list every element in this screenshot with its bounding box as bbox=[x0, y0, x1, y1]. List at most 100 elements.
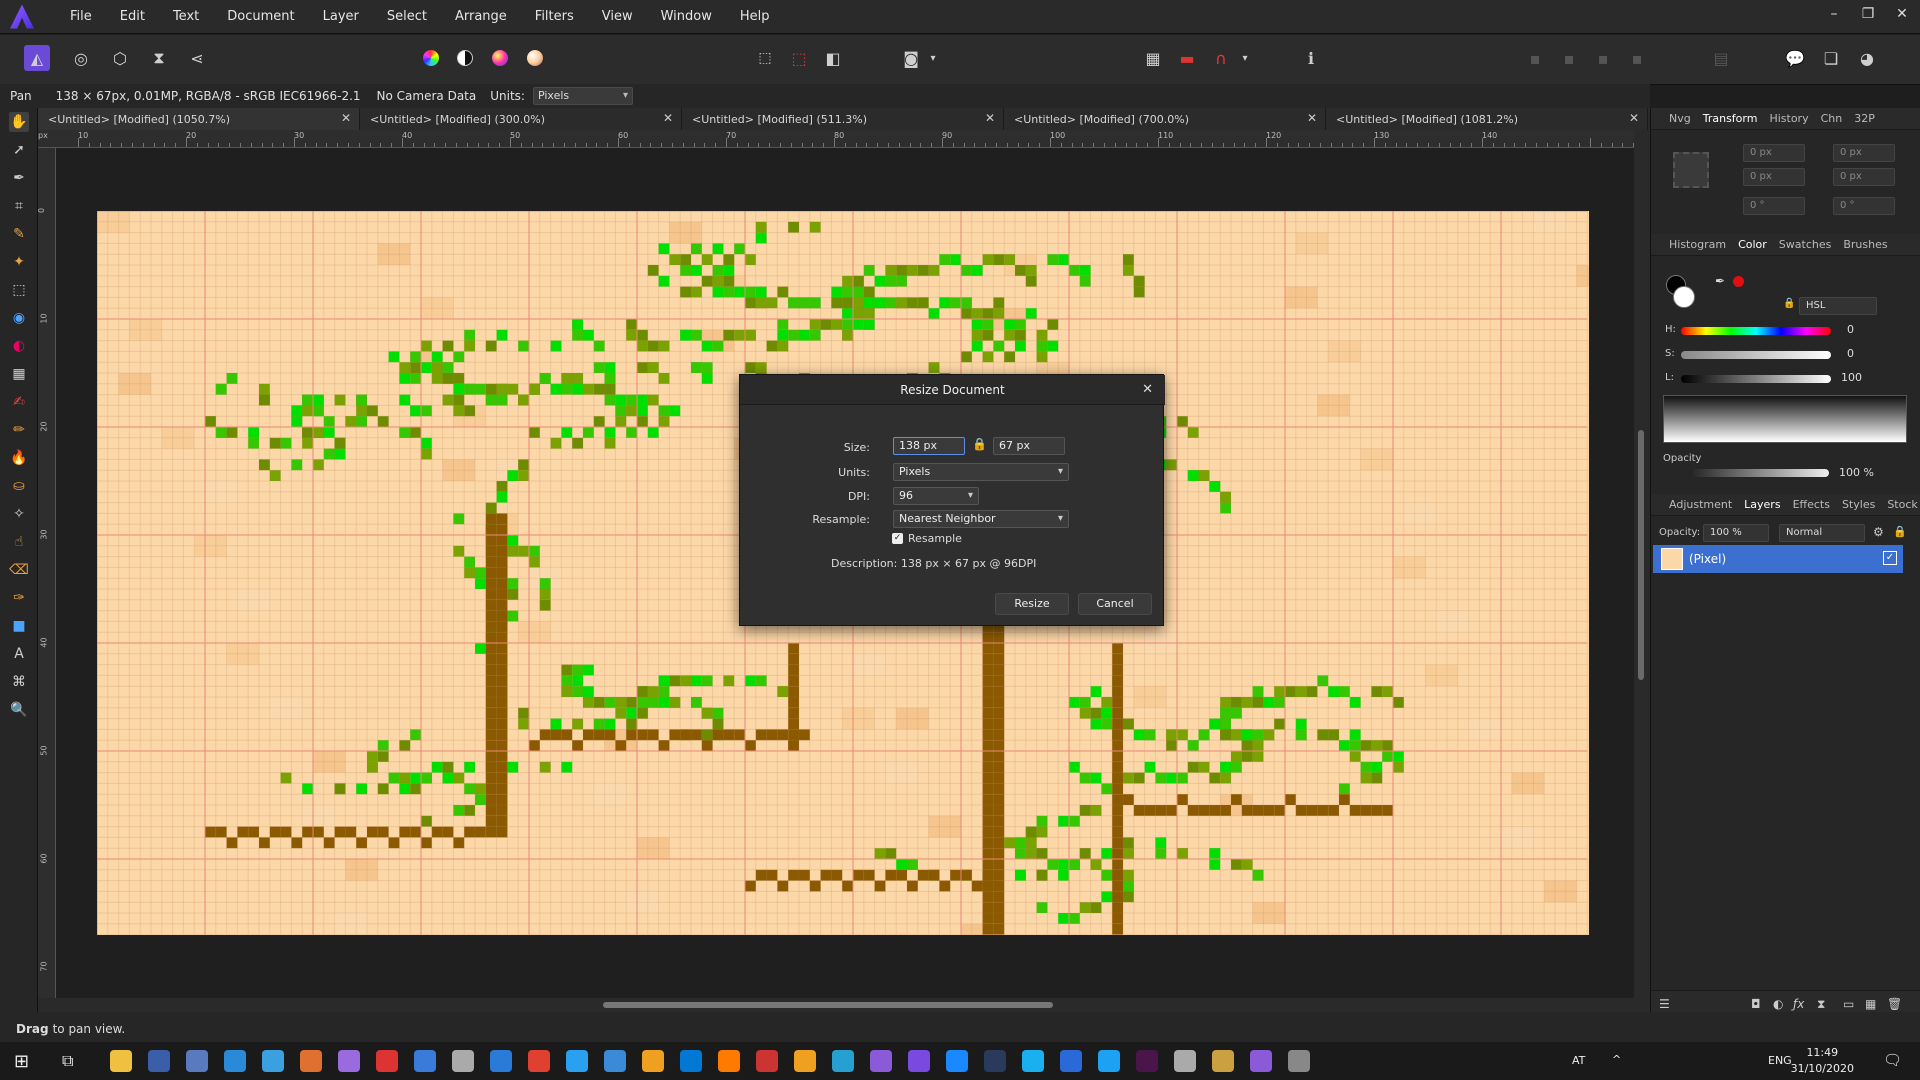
invert-selection-icon[interactable]: ◧ bbox=[820, 45, 846, 71]
taskbar-app-icon[interactable] bbox=[338, 1050, 360, 1072]
erase-tool-icon[interactable]: ⌫ bbox=[9, 560, 29, 580]
snapping-dropdown-icon[interactable]: ▾ bbox=[1232, 45, 1258, 71]
document-tab[interactable]: <Untitled> [Modified] (511.3%) ✕ bbox=[682, 108, 1004, 130]
document-tab[interactable]: <Untitled> [Modified] (300.0%) ✕ bbox=[360, 108, 682, 130]
document-tab[interactable]: <Untitled> [Modified] (1050.7%) ✕ bbox=[38, 108, 360, 130]
auto-colors-icon[interactable] bbox=[487, 45, 513, 71]
picked-color-swatch[interactable] bbox=[1733, 276, 1744, 287]
mesh-warp-tool-icon[interactable]: ⌘ bbox=[9, 672, 29, 692]
lightness-slider[interactable] bbox=[1681, 375, 1831, 383]
personas-icon[interactable]: ◕ bbox=[1854, 45, 1880, 71]
horizontal-ruler[interactable]: px 10 20 30 40 50 60 70 80 90 100 110 120 130 140 bbox=[38, 130, 1634, 148]
lightness-value[interactable]: 100 bbox=[1841, 371, 1862, 384]
text-tool-icon[interactable]: A bbox=[9, 644, 29, 664]
menu-arrange[interactable]: Arrange bbox=[441, 9, 521, 24]
photo-persona-icon[interactable]: ◭ bbox=[24, 45, 50, 71]
adjustment-layer-icon[interactable]: ◐ bbox=[1773, 997, 1783, 1011]
taskbar-app-icon[interactable] bbox=[186, 1050, 208, 1072]
menu-document[interactable]: Document bbox=[213, 9, 308, 24]
taskbar-app-icon[interactable] bbox=[718, 1050, 740, 1072]
flood-fill-tool-icon[interactable]: ◉ bbox=[9, 308, 29, 328]
resize-button[interactable]: Resize bbox=[995, 593, 1069, 615]
vertical-ruler[interactable]: 0 10 20 30 40 50 60 70 bbox=[38, 148, 56, 1008]
tab-navigator[interactable]: Nvg bbox=[1669, 112, 1691, 125]
tab-history[interactable]: History bbox=[1769, 112, 1808, 125]
taskbar-app-icon[interactable] bbox=[1060, 1050, 1082, 1072]
snapping-magnet-icon[interactable]: ∩ bbox=[1208, 45, 1234, 71]
studio-icon[interactable]: ❏ bbox=[1818, 45, 1844, 71]
lock-icon[interactable]: 🔒 bbox=[1783, 298, 1795, 309]
assistant-icon[interactable]: 💬 bbox=[1782, 45, 1808, 71]
transform-shear-field[interactable]: 0 ° bbox=[1833, 197, 1895, 215]
taskbar-app-icon[interactable] bbox=[756, 1050, 778, 1072]
liquify-persona-icon[interactable]: ◎ bbox=[68, 45, 94, 71]
taskbar-app-icon[interactable] bbox=[224, 1050, 246, 1072]
close-tab-icon[interactable]: ✕ bbox=[985, 111, 995, 125]
language-indicator[interactable]: ENG bbox=[1768, 1054, 1792, 1067]
dodge-tool-icon[interactable]: 🔥 bbox=[9, 448, 29, 468]
mask-layer-icon[interactable]: ◘ bbox=[1751, 997, 1761, 1011]
menu-layer[interactable]: Layer bbox=[309, 9, 373, 24]
snapping-grid-icon[interactable]: ▦ bbox=[1140, 45, 1166, 71]
smudge-tool-icon[interactable]: ☝ bbox=[9, 532, 29, 552]
taskbar-app-icon[interactable] bbox=[604, 1050, 626, 1072]
tab-layers[interactable]: Layers bbox=[1744, 498, 1780, 511]
notification-icon[interactable]: 🗨 bbox=[1883, 1051, 1902, 1069]
hue-value[interactable]: 0 bbox=[1847, 323, 1854, 336]
taskbar-app-icon[interactable] bbox=[566, 1050, 588, 1072]
secondary-color-swatch[interactable] bbox=[1673, 286, 1695, 308]
document-tab[interactable]: <Untitled> [Modified] (700.0%) ✕ bbox=[1004, 108, 1326, 130]
menu-edit[interactable]: Edit bbox=[106, 9, 159, 24]
develop-persona-icon[interactable]: ⬡ bbox=[107, 45, 133, 71]
blur-brush-tool-icon[interactable]: ✧ bbox=[9, 504, 29, 524]
vertical-scroll-thumb[interactable] bbox=[1638, 430, 1644, 680]
horizontal-scroll-thumb[interactable] bbox=[603, 1002, 1053, 1008]
gradient-tool-icon[interactable]: ◐ bbox=[9, 336, 29, 356]
selection-brush-tool-icon[interactable]: ✎ bbox=[9, 224, 29, 244]
transform-w-field[interactable]: 0 px bbox=[1833, 144, 1895, 162]
tab-channels[interactable]: Chn bbox=[1821, 112, 1843, 125]
taskbar-app-icon[interactable] bbox=[1212, 1050, 1234, 1072]
tab-adjustment[interactable]: Adjustment bbox=[1669, 498, 1732, 511]
taskbar-app-icon[interactable] bbox=[794, 1050, 816, 1072]
taskbar-app-icon[interactable] bbox=[1174, 1050, 1196, 1072]
live-filter-icon[interactable]: ⧗ bbox=[1817, 997, 1825, 1012]
paint-brush-tool-icon[interactable]: ✍ bbox=[9, 392, 29, 412]
color-picker-tool-icon[interactable]: ✒ bbox=[9, 168, 29, 188]
tab-color[interactable]: Color bbox=[1738, 238, 1767, 251]
tray-chevron-icon[interactable]: ^ bbox=[1612, 1053, 1621, 1066]
menu-select[interactable]: Select bbox=[373, 9, 441, 24]
taskbar-app-icon[interactable] bbox=[1288, 1050, 1310, 1072]
layer-visibility-checkbox[interactable]: ✓ bbox=[1883, 551, 1897, 565]
move-tool-icon[interactable]: ➚ bbox=[9, 140, 29, 160]
windows-start-icon[interactable]: ⊞ bbox=[14, 1051, 29, 1072]
opacity-slider[interactable] bbox=[1689, 469, 1829, 477]
color-model-select[interactable]: HSL bbox=[1799, 297, 1877, 315]
delete-layer-icon[interactable]: 🗑 bbox=[1887, 997, 1902, 1011]
taskbar-app-icon[interactable] bbox=[110, 1050, 132, 1072]
transform-y-field[interactable]: 0 px bbox=[1743, 168, 1805, 186]
affinity-photo-logo-icon[interactable] bbox=[10, 4, 34, 29]
close-tab-icon[interactable]: ✕ bbox=[663, 111, 673, 125]
taskbar-app-icon[interactable] bbox=[414, 1050, 436, 1072]
deselect-icon[interactable]: ⬚ bbox=[786, 45, 812, 71]
layer-lock-icon[interactable]: 🔒 bbox=[1893, 525, 1907, 538]
crop-tool-icon[interactable]: ⌗ bbox=[9, 196, 29, 216]
tab-styles[interactable]: Styles bbox=[1842, 498, 1875, 511]
tab-transform[interactable]: Transform bbox=[1703, 112, 1758, 125]
taskbar-app-icon[interactable] bbox=[680, 1050, 702, 1072]
menu-help[interactable]: Help bbox=[726, 9, 784, 24]
taskbar-app-icon[interactable] bbox=[300, 1050, 322, 1072]
transform-h-field[interactable]: 0 px bbox=[1833, 168, 1895, 186]
layers-stack-icon[interactable]: ☰ bbox=[1659, 997, 1670, 1011]
marquee-tool-icon[interactable]: ⬚ bbox=[9, 280, 29, 300]
taskbar-app-icon[interactable] bbox=[490, 1050, 512, 1072]
clone-tool-icon[interactable]: ⛀ bbox=[9, 476, 29, 496]
pixel-grid-tool-icon[interactable]: ▦ bbox=[9, 364, 29, 384]
height-input[interactable]: 67 px bbox=[993, 437, 1065, 455]
taskbar-app-icon[interactable] bbox=[1022, 1050, 1044, 1072]
taskbar-app-icon[interactable] bbox=[946, 1050, 968, 1072]
menu-text[interactable]: Text bbox=[159, 9, 213, 24]
task-view-icon[interactable]: ⧉ bbox=[62, 1051, 73, 1071]
auto-white-balance-icon[interactable] bbox=[522, 45, 548, 71]
